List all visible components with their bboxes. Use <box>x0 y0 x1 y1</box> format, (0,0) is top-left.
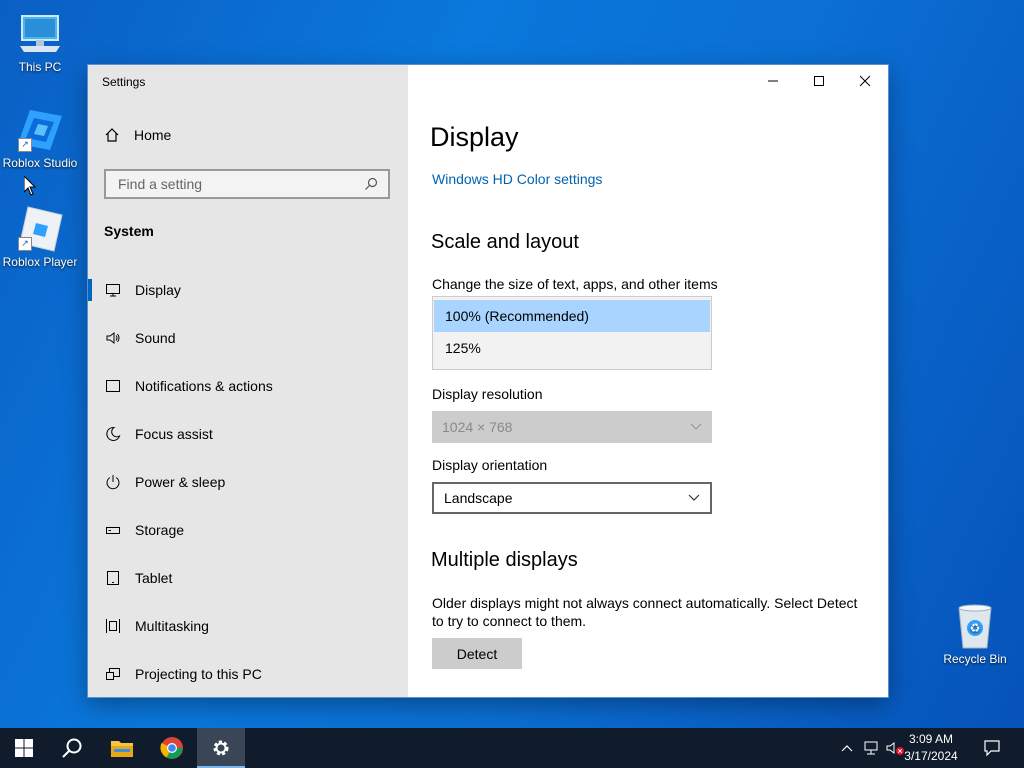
multiple-displays-heading: Multiple displays <box>431 549 578 571</box>
taskbar-search-button[interactable] <box>48 728 96 768</box>
action-center-button[interactable] <box>978 728 1006 768</box>
scale-layout-heading: Scale and layout <box>431 231 579 253</box>
power-icon <box>104 473 122 491</box>
resolution-select: 1024 × 768 <box>432 411 712 443</box>
main-content: Display Windows HD Color settings Scale … <box>430 65 870 697</box>
monitor-icon <box>104 281 122 299</box>
file-explorer-icon <box>111 741 133 757</box>
chevron-down-icon <box>690 423 702 430</box>
speaker-icon <box>104 329 122 347</box>
storage-icon <box>104 521 122 539</box>
sidebar-item-display[interactable]: Display <box>88 266 408 314</box>
taskbar: 3:09 AM 3/17/2024 <box>0 728 1024 768</box>
notification-icon <box>104 377 122 395</box>
sidebar-nav: Display Sound Notifications & actions Fo… <box>88 266 408 698</box>
notification-icon <box>984 740 1000 757</box>
chrome-icon <box>160 737 183 759</box>
desktop-icon-label: Roblox Player <box>2 255 78 269</box>
scale-dropdown-list[interactable]: 100% (Recommended) 125% <box>432 296 712 370</box>
desktop-icon-roblox-player[interactable]: ↗ Roblox Player <box>0 205 80 269</box>
computer-icon <box>16 10 64 58</box>
settings-window: Settings Home System Display <box>88 65 888 697</box>
clock-date: 3/17/2024 <box>904 749 958 763</box>
start-button[interactable] <box>0 728 48 768</box>
window-title: Settings <box>102 75 146 89</box>
sidebar-item-label: Sound <box>135 330 176 346</box>
taskbar-file-explorer[interactable] <box>98 728 146 768</box>
desktop-icon-recycle-bin[interactable]: ♻ Recycle Bin <box>935 602 1015 666</box>
taskbar-clock[interactable]: 3:09 AM 3/17/2024 <box>896 731 966 765</box>
scale-option-100[interactable]: 100% (Recommended) <box>434 300 710 332</box>
multitasking-icon <box>104 617 122 635</box>
orientation-label: Display orientation <box>432 457 548 473</box>
resolution-label: Display resolution <box>432 386 543 402</box>
sidebar-item-label: Focus assist <box>135 426 213 442</box>
settings-icon <box>213 740 229 756</box>
home-icon <box>105 128 119 142</box>
sidebar-item-label: Power & sleep <box>135 474 226 490</box>
home-label: Home <box>134 127 172 143</box>
desktop-icon-roblox-studio[interactable]: ↗ Roblox Studio <box>0 106 80 170</box>
shortcut-arrow-icon: ↗ <box>18 237 32 251</box>
roblox-player-icon: ↗ <box>16 205 64 253</box>
desktop-icon-label: Recycle Bin <box>943 652 1007 666</box>
svg-text:♻: ♻ <box>970 621 981 635</box>
recycle-bin-icon: ♻ <box>951 602 999 650</box>
network-icon <box>864 741 878 755</box>
page-title: Display <box>430 122 519 152</box>
detect-button[interactable]: Detect <box>432 638 522 669</box>
sidebar-item-power-sleep[interactable]: Power & sleep <box>88 458 408 506</box>
sidebar-item-focus-assist[interactable]: Focus assist <box>88 410 408 458</box>
sidebar: Settings Home System Display <box>88 65 408 697</box>
search-field[interactable] <box>104 169 390 199</box>
sidebar-item-notifications[interactable]: Notifications & actions <box>88 362 408 410</box>
sidebar-item-label: Multitasking <box>135 618 209 634</box>
sidebar-item-label: Storage <box>135 522 185 538</box>
sidebar-item-tablet[interactable]: Tablet <box>88 554 408 602</box>
section-label-system: System <box>104 223 154 239</box>
start-icon <box>15 739 33 757</box>
sidebar-item-label: Tablet <box>135 570 173 586</box>
scale-label: Change the size of text, apps, and other… <box>432 276 718 292</box>
hd-color-settings-link[interactable]: Windows HD Color settings <box>432 171 602 187</box>
sidebar-item-label: Notifications & actions <box>135 378 273 394</box>
sidebar-item-sound[interactable]: Sound <box>88 314 408 362</box>
sidebar-item-projecting[interactable]: Projecting to this PC <box>88 650 408 698</box>
orientation-select[interactable]: Landscape <box>432 482 712 514</box>
projecting-icon <box>104 665 122 683</box>
network-tray[interactable] <box>860 728 882 768</box>
taskbar-settings[interactable] <box>197 728 245 768</box>
tablet-icon <box>104 569 122 587</box>
search-icon[interactable] <box>364 177 378 191</box>
search-icon <box>62 738 82 758</box>
clock-time: 3:09 AM <box>908 732 954 746</box>
resolution-value: 1024 × 768 <box>442 419 513 435</box>
sidebar-item-multitasking[interactable]: Multitasking <box>88 602 408 650</box>
roblox-studio-icon: ↗ <box>16 106 64 154</box>
shortcut-arrow-icon: ↗ <box>18 138 32 152</box>
orientation-value: Landscape <box>444 490 513 506</box>
chevron-up-icon <box>841 745 853 752</box>
desktop-icon-label: Roblox Studio <box>2 156 78 170</box>
desktop-icon-this-pc[interactable]: This PC <box>0 10 80 74</box>
sidebar-item-label: Display <box>135 282 181 298</box>
sidebar-item-label: Projecting to this PC <box>135 666 262 682</box>
moon-icon <box>104 425 122 443</box>
mouse-cursor-icon <box>23 174 37 201</box>
search-input[interactable] <box>116 175 364 193</box>
sidebar-item-home[interactable]: Home <box>104 127 171 143</box>
desktop-icon-label: This PC <box>18 60 62 74</box>
scale-option-125[interactable]: 125% <box>434 332 710 364</box>
taskbar-chrome[interactable] <box>148 728 196 768</box>
show-hidden-icons-button[interactable] <box>838 728 856 768</box>
chevron-down-icon <box>688 494 700 501</box>
multiple-displays-description: Older displays might not always connect … <box>432 595 858 629</box>
sidebar-item-storage[interactable]: Storage <box>88 506 408 554</box>
